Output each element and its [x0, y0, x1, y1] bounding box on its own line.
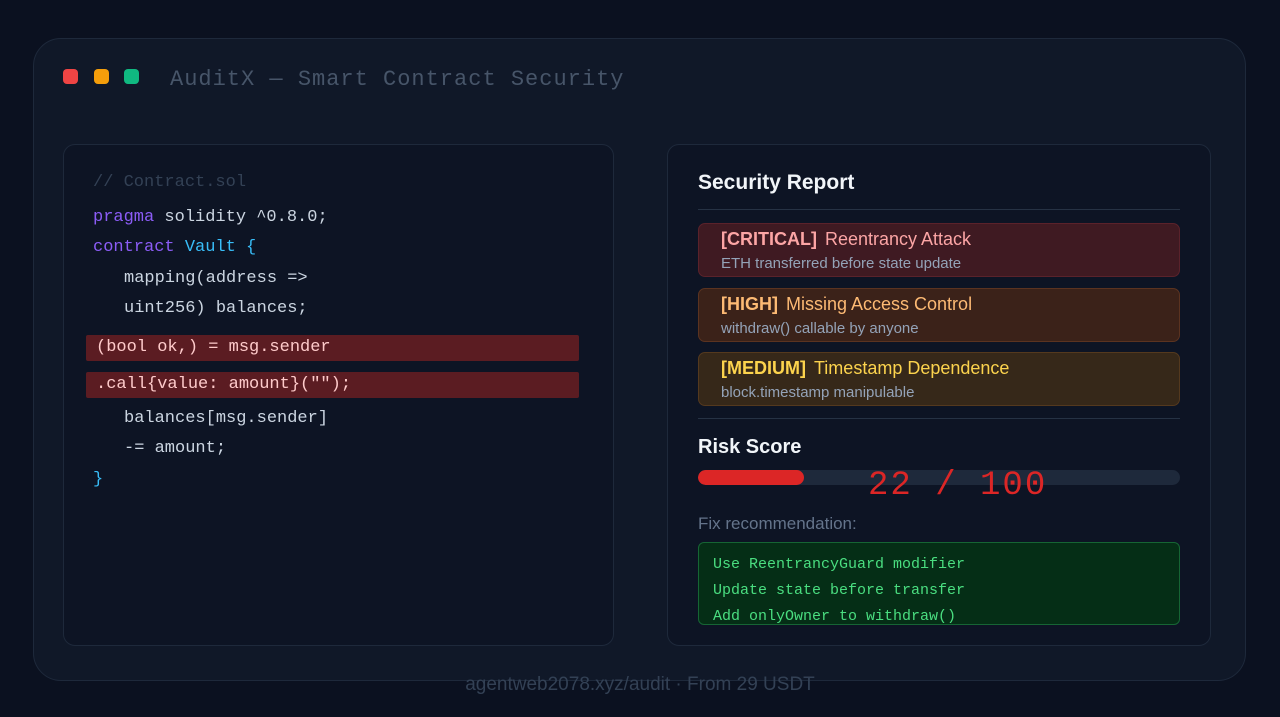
issue-critical[interactable]: [CRITICAL] Reentrancy Attack ETH transfer… — [698, 223, 1180, 277]
code-line-balances-update: balances[msg.sender] — [124, 409, 329, 428]
fix-line: Use ReentrancyGuard modifier — [713, 556, 966, 573]
footer-link[interactable]: agentweb2078.xyz/audit · From 29 USDT — [0, 674, 1280, 696]
issue-name: Reentrancy Attack — [824, 229, 972, 249]
fix-line: Update state before transfer — [713, 582, 966, 599]
fix-recommendation-box: Use ReentrancyGuard modifier Update stat… — [698, 542, 1180, 625]
issue-description: withdraw() callable by anyone — [721, 320, 919, 337]
app-window: AuditX — Smart Contract Security // Cont… — [33, 38, 1246, 681]
code-line-mapping: mapping(address => — [124, 269, 308, 288]
severity-badge: [HIGH] — [721, 294, 778, 314]
code-line-subtract: -= amount; — [124, 439, 227, 458]
fix-line: Add onlyOwner to withdraw() — [713, 608, 957, 625]
security-report-panel: Security Report [CRITICAL] Reentrancy Att… — [667, 144, 1211, 646]
keyword-contract: contract — [93, 238, 175, 257]
severity-badge: [MEDIUM] — [721, 358, 806, 378]
risk-score-label: Risk Score — [698, 436, 802, 458]
contract-name: Vault — [174, 238, 236, 257]
issue-description: ETH transferred before state update — [721, 255, 962, 272]
maximize-window-button[interactable] — [124, 69, 139, 84]
risk-score-fill — [698, 470, 805, 485]
code-panel: // Contract.sol pragma solidity ^0.8.0; … — [63, 144, 614, 646]
risk-score-value: 22 / 100 — [868, 467, 1048, 505]
pragma-version: solidity ^0.8.0; — [154, 208, 328, 227]
code-comment: // Contract.sol — [93, 173, 247, 192]
minimize-window-button[interactable] — [94, 69, 109, 84]
issue-name: Missing Access Control — [786, 294, 973, 314]
code-line-pragma: pragma solidity ^0.8.0; — [93, 207, 328, 229]
severity-badge: [CRITICAL] — [721, 229, 817, 249]
app-title: AuditX — Smart Contract Security — [170, 67, 625, 92]
issue-name: Timestamp Dependence — [813, 358, 1010, 378]
report-title: Security Report — [698, 171, 855, 194]
keyword-pragma: pragma — [93, 208, 155, 227]
vulnerable-call-highlight: .call{value: amount}(""); — [86, 372, 579, 398]
vulnerable-line-highlight: (bool ok,) = msg.sender — [86, 335, 579, 361]
issue-medium[interactable]: [MEDIUM] Timestamp Dependence block.times… — [698, 352, 1180, 406]
risk-divider — [698, 418, 1180, 419]
close-window-button[interactable] — [63, 69, 78, 84]
closing-brace: } — [93, 470, 104, 489]
issue-description: block.timestamp manipulable — [721, 384, 915, 401]
issue-high[interactable]: [HIGH] Missing Access Control withdraw() … — [698, 288, 1180, 342]
code-line-contract: contract Vault { — [93, 237, 256, 259]
open-brace: { — [235, 238, 257, 257]
report-divider — [698, 209, 1180, 210]
code-line-balances-decl: uint256) balances; — [124, 299, 308, 318]
fix-recommendation-label: Fix recommendation: — [698, 514, 857, 533]
